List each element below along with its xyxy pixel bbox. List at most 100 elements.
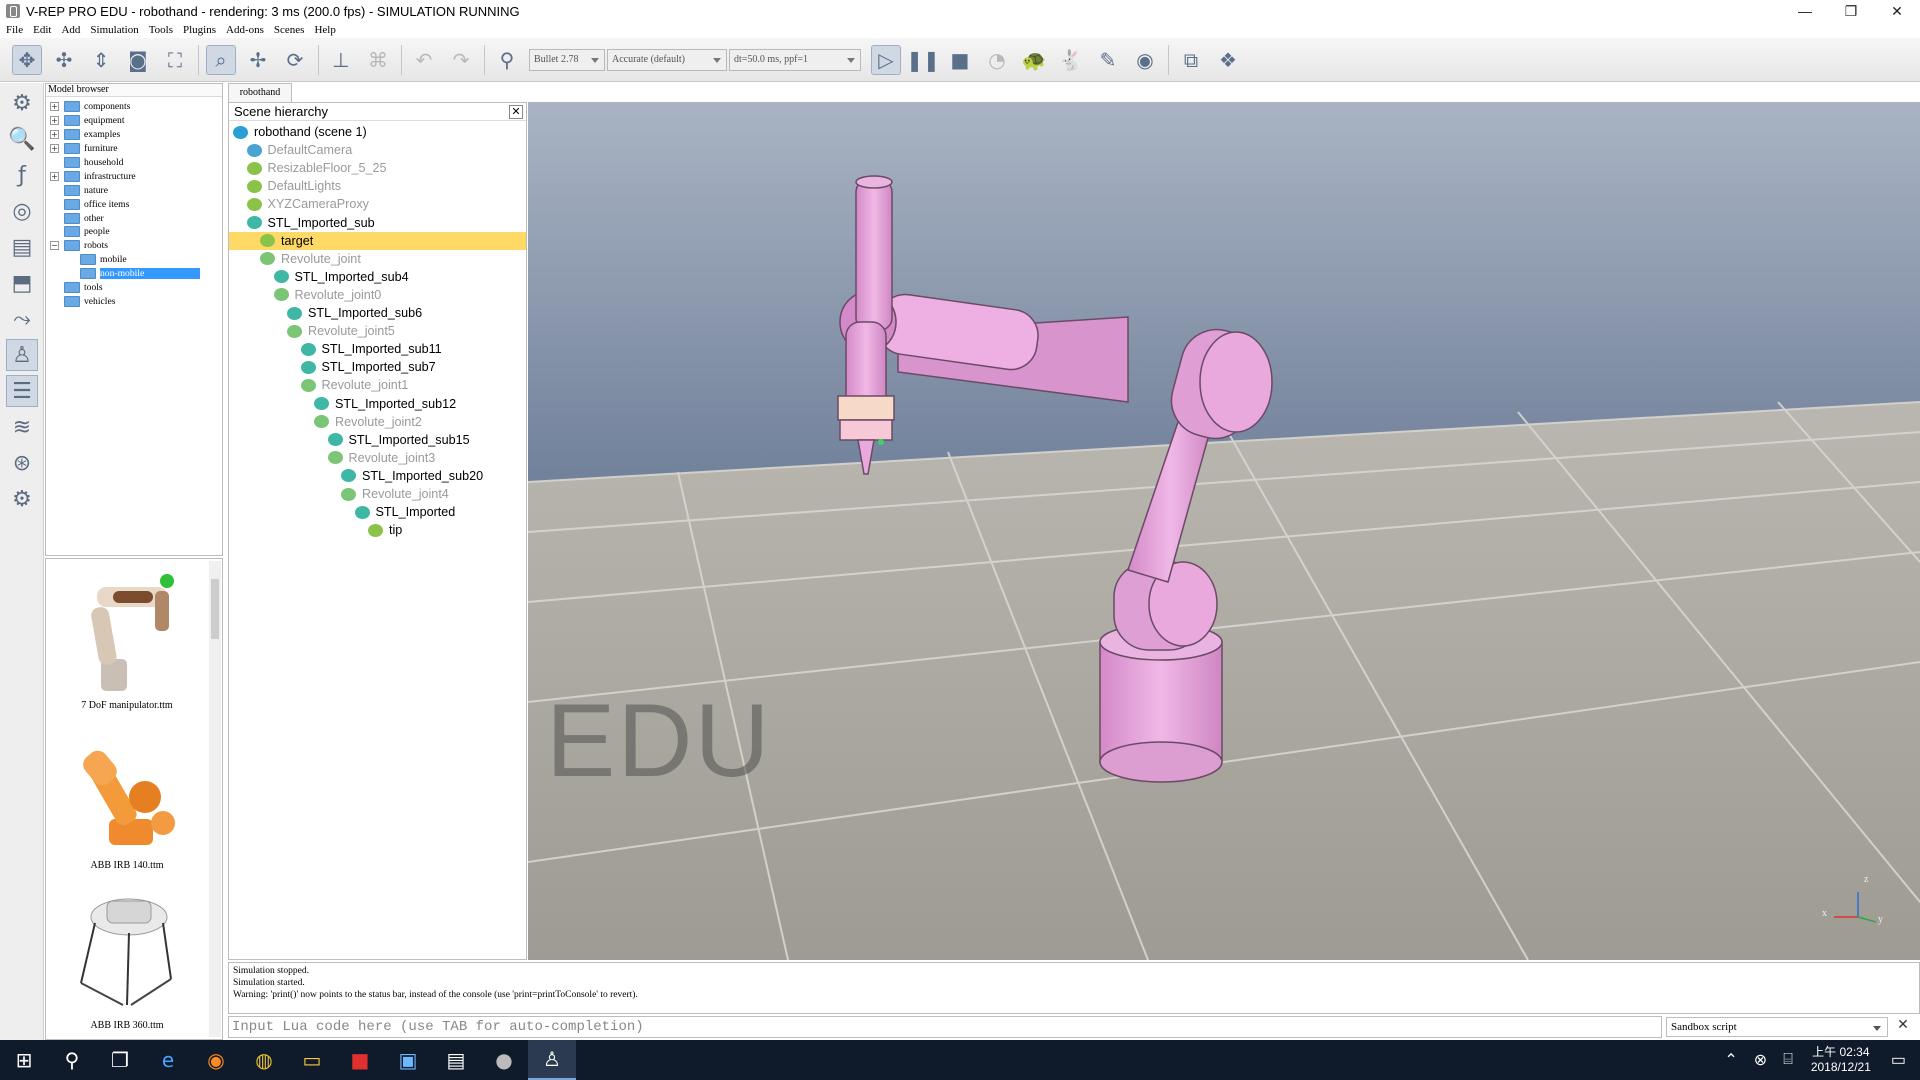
object-shift-icon[interactable]: ✢ [243,45,273,75]
visualization-icon[interactable]: ◉ [1130,45,1160,75]
thumbnail-7dof[interactable]: 7 DoF manipulator.ttm [46,567,208,711]
hierarchy-item[interactable]: STL_Imported_sub11 [229,340,442,358]
threaded-rendering-icon[interactable]: ✎ [1093,45,1123,75]
hierarchy-item[interactable]: Revolute_joint0 [229,286,381,304]
scripts-icon[interactable]: ◎ [6,195,38,227]
model-folder-item[interactable]: household [46,156,222,170]
menu-item[interactable]: Add-ons [226,24,264,36]
network-icon[interactable]: ⊗ [1754,1050,1767,1070]
hierarchy-item[interactable]: Revolute_joint2 [229,413,422,431]
vrep-app-icon[interactable]: ♙ [528,1040,576,1080]
model-folder-item[interactable]: vehicles [46,294,222,308]
menu-item[interactable]: Scenes [274,24,305,36]
object-rotate-icon[interactable]: ⟳ [280,45,310,75]
hierarchy-item[interactable]: STL_Imported_sub4 [229,268,409,286]
chrome-icon[interactable]: ◍ [240,1040,288,1080]
fit-to-view-icon[interactable]: ⛶ [160,45,190,75]
menu-item[interactable]: File [6,24,23,36]
firefox-icon[interactable]: ◉ [192,1040,240,1080]
thumbnail-abb-irb140[interactable]: ABB IRB 140.ttm [46,727,208,871]
hierarchy-item[interactable]: DefaultLights [229,177,341,195]
assemble-icon[interactable]: ⊥ [326,45,356,75]
close-button[interactable]: ✕ [1874,0,1920,22]
pause-icon[interactable]: ❚❚ [906,45,940,75]
accuracy-select[interactable]: Accurate (default) [607,48,727,71]
page-selector-icon[interactable]: ❖ [1213,45,1243,75]
timestep-select[interactable]: dt=50.0 ms, ppf=1 [729,48,861,71]
hierarchy-item[interactable]: STL_Imported_sub7 [229,358,436,376]
selection-icon[interactable]: ⤳ [6,303,38,335]
hierarchy-item[interactable]: STL_Imported_sub15 [229,431,470,449]
expand-icon[interactable]: + [50,130,59,140]
hierarchy-item[interactable]: XYZCameraProxy [229,195,369,213]
expand-icon[interactable]: + [50,116,59,126]
notifications-icon[interactable]: ▭ [1891,1050,1906,1070]
model-folder-item[interactable]: mobile [46,253,222,267]
vrep-sphere-icon[interactable]: ● [480,1040,528,1080]
real-time-icon[interactable]: ◔ [982,45,1012,75]
thumbnail-abb-irb360[interactable]: ABB IRB 360.ttm [46,887,208,1031]
stop-icon[interactable]: ■ [945,45,975,75]
maximize-button[interactable]: ❐ [1828,0,1874,22]
lua-command-input[interactable]: Input Lua code here (use TAB for auto-co… [228,1016,1662,1038]
ime-icon[interactable]: ⌸ [1783,1051,1793,1069]
search-icon[interactable]: ⚲ [48,1040,96,1080]
3d-viewport[interactable]: EDU z x y [528,102,1920,960]
path-icon[interactable]: ⬒ [6,267,38,299]
physics-engine-select[interactable]: Bullet 2.78 [529,48,605,71]
file-explorer-icon[interactable]: ▭ [288,1040,336,1080]
model-folder-item[interactable]: nature [46,183,222,197]
menu-item[interactable]: Add [61,24,80,36]
acrobat-icon[interactable]: ■ [336,1040,384,1080]
thumbnail-scrollbar[interactable] [209,561,221,1037]
scene-selector-icon[interactable]: ⧉ [1176,45,1206,75]
minimize-button[interactable]: — [1782,0,1828,22]
hierarchy-item[interactable]: STL_Imported_sub20 [229,467,483,485]
camera-rotate-icon[interactable]: ✣ [49,45,79,75]
collections-icon[interactable]: ƒ [6,159,38,191]
close-hierarchy-button[interactable]: ✕ [509,105,523,119]
hierarchy-item[interactable]: Revolute_joint4 [229,485,449,503]
windows-start-icon[interactable]: ⊞ [0,1040,48,1080]
menu-item[interactable]: Plugins [183,24,216,36]
menu-item[interactable]: Help [314,24,335,36]
camera-pan-icon[interactable]: ✥ [12,44,42,75]
model-folder-item[interactable]: + components [46,100,222,114]
hierarchy-item[interactable]: robothand (scene 1) [229,123,367,141]
hierarchy-item[interactable]: STL_Imported_sub [229,214,375,232]
hierarchy-item[interactable]: DefaultCamera [229,141,352,159]
model-folder-item[interactable]: + infrastructure [46,169,222,183]
menu-item[interactable]: Edit [33,24,51,36]
scene-tab[interactable]: robothand [228,83,292,102]
hierarchy-item[interactable]: STL_Imported [229,503,455,521]
calculation-module-icon[interactable]: 🔍 [6,123,38,155]
model-folder-item[interactable]: other [46,211,222,225]
expand-icon[interactable]: + [50,102,59,112]
remote-desktop-icon[interactable]: ▣ [384,1040,432,1080]
expand-icon[interactable]: + [50,144,59,154]
scene-hierarchy-icon[interactable]: ☰ [6,375,38,407]
model-folder-item[interactable]: people [46,225,222,239]
layers-icon[interactable]: ≋ [6,411,38,443]
expand-icon[interactable]: + [50,171,59,181]
slow-down-icon[interactable]: 🐢 [1019,45,1049,75]
hierarchy-item[interactable]: Revolute_joint [229,250,361,268]
menu-item[interactable]: Tools [149,24,173,36]
model-folder-item[interactable]: + furniture [46,142,222,156]
transfer-dna-icon[interactable]: ⌘ [363,45,393,75]
play-icon[interactable]: ▷ [871,44,901,75]
collapse-icon[interactable]: − [50,241,59,251]
model-folder-item[interactable]: office items [46,197,222,211]
user-settings-icon[interactable]: ⚙ [6,483,38,515]
hierarchy-item[interactable]: target [229,231,526,250]
click-select-icon[interactable]: ⌕ [206,44,236,75]
menu-item[interactable]: Simulation [90,24,138,36]
dynamics-icon[interactable]: ⚲ [492,45,522,75]
camera-angle-icon[interactable]: ◙ [123,45,153,75]
edge-icon[interactable]: e [144,1040,192,1080]
model-browser-icon[interactable]: ♙ [6,339,38,371]
model-folder-item[interactable]: + examples [46,128,222,142]
scene-object-properties-icon[interactable]: ⚙ [6,87,38,119]
hierarchy-item[interactable]: tip [229,521,402,539]
script-selector[interactable]: Sandbox script [1666,1017,1888,1037]
